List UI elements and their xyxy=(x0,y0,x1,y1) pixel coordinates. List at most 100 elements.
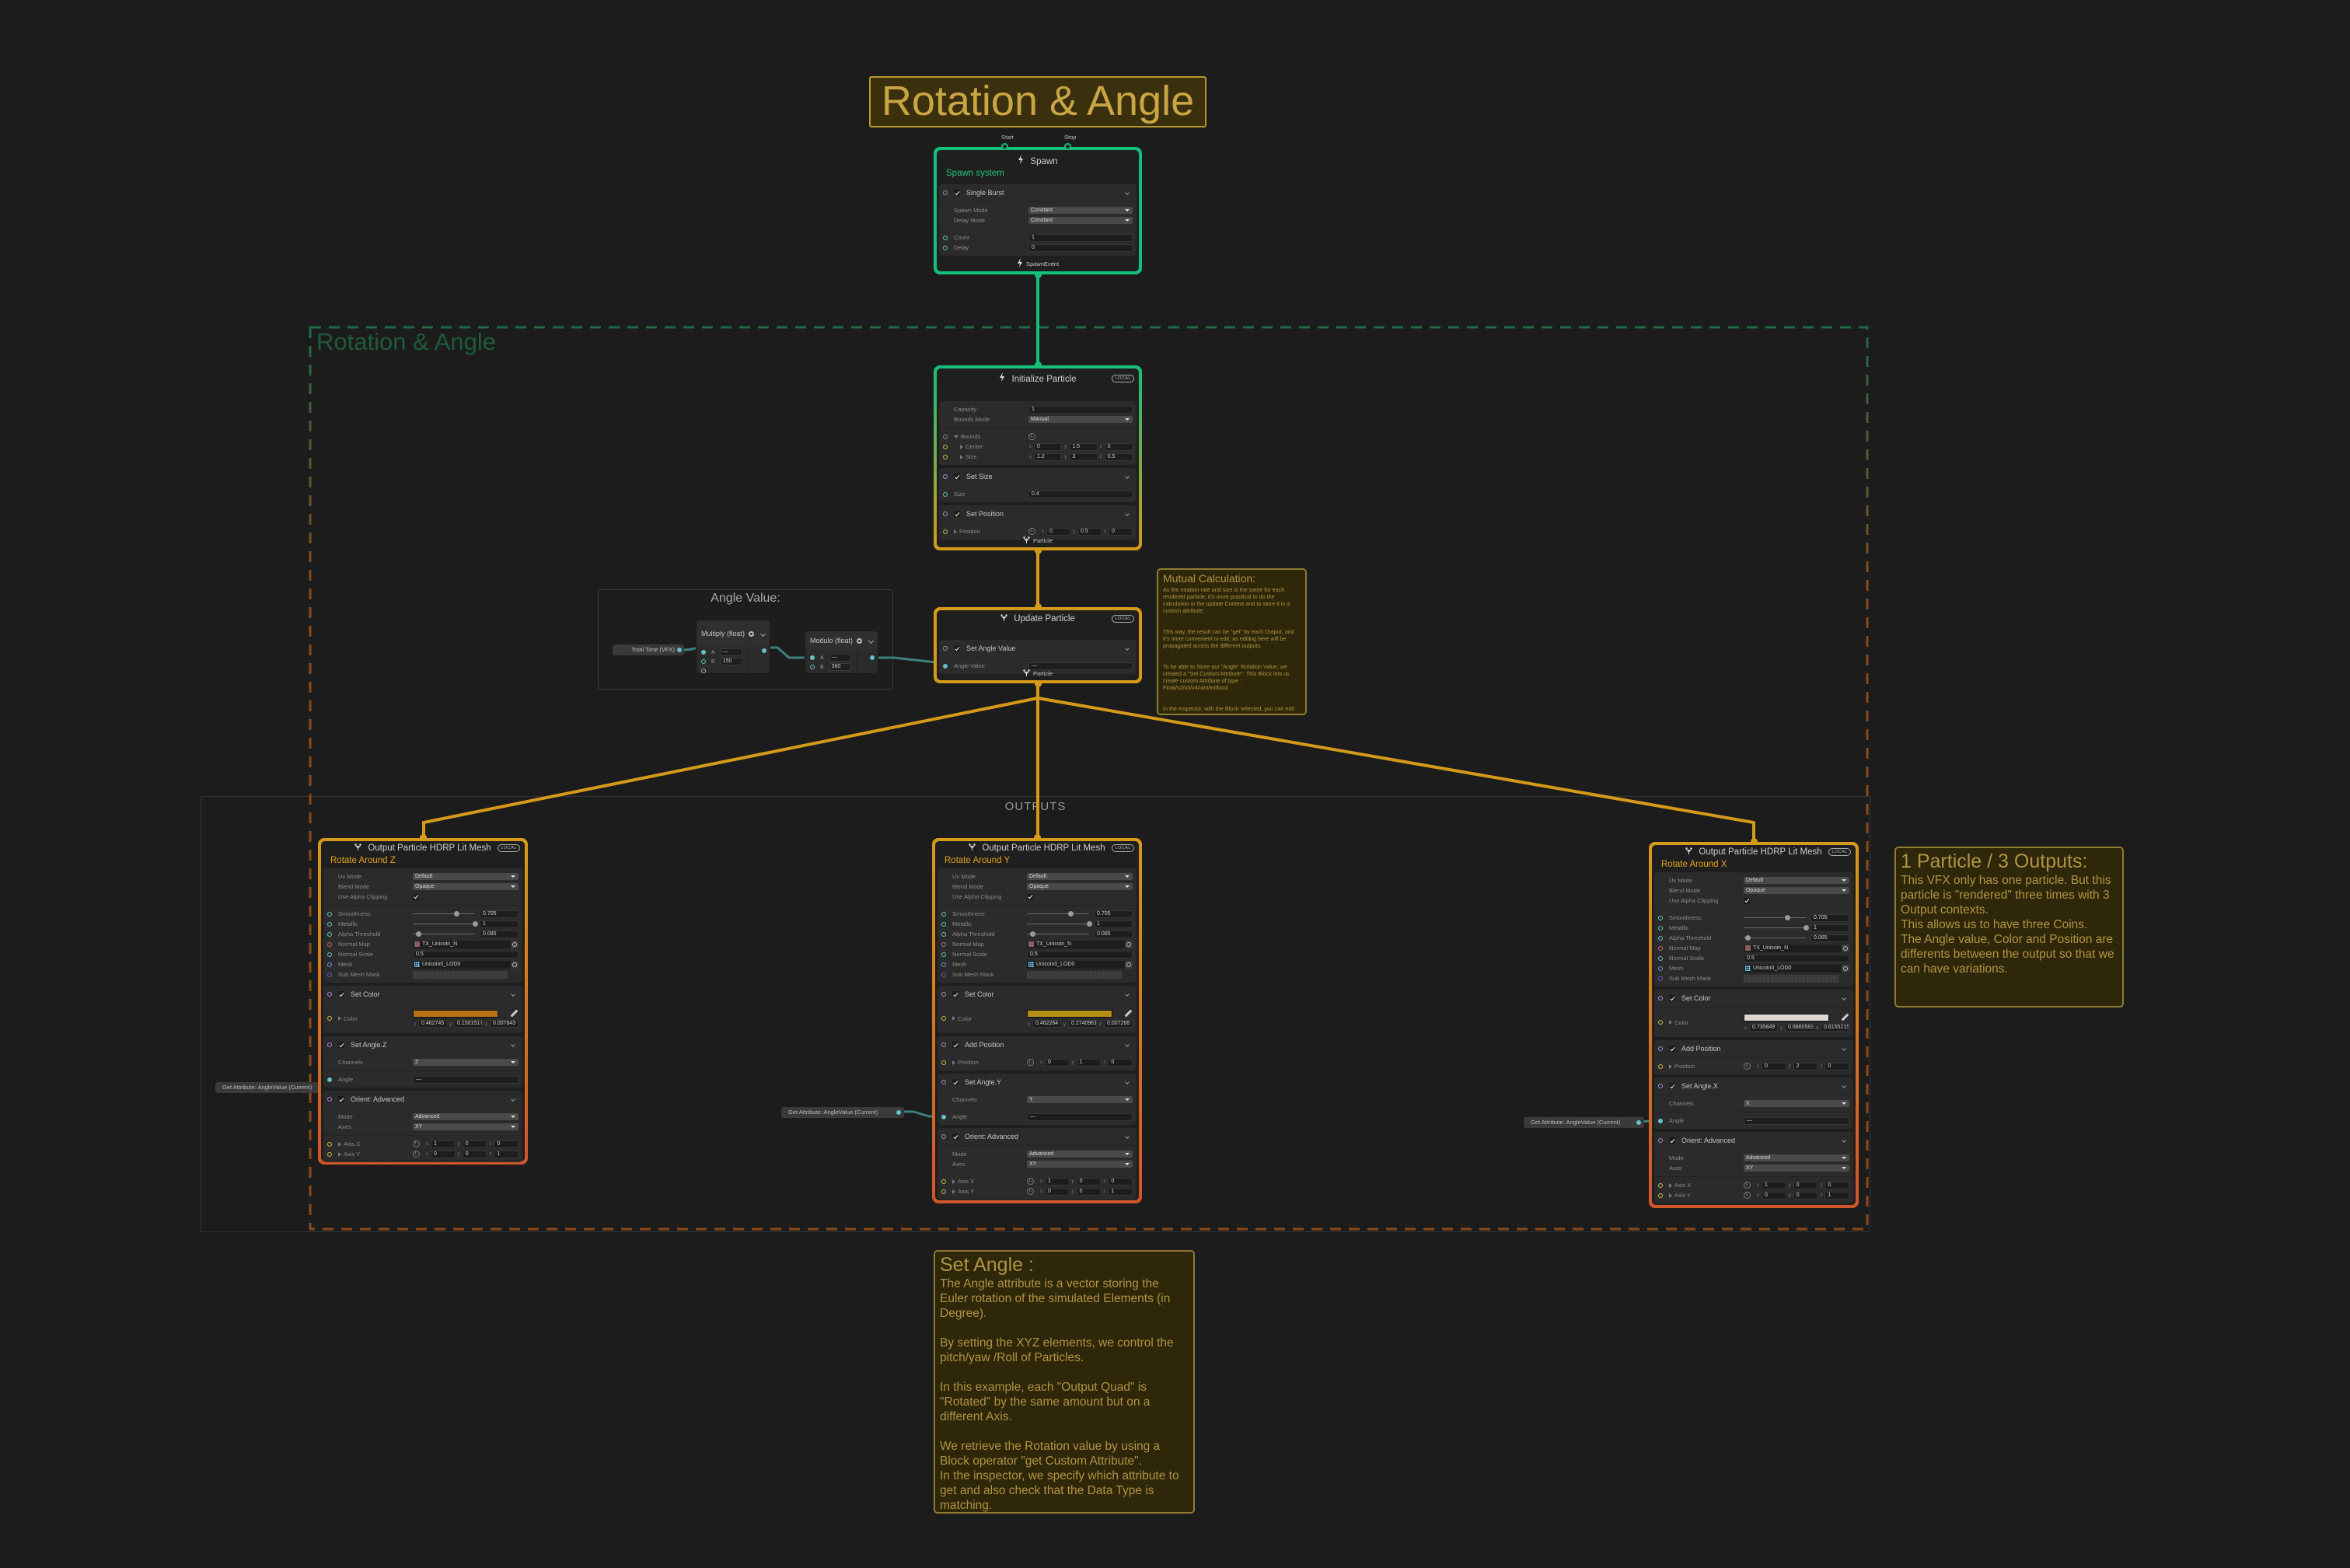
port-flow[interactable] xyxy=(941,1080,946,1084)
vector-y-field[interactable]: 0.6860583 xyxy=(1785,1024,1814,1032)
block-enabled-checkbox[interactable] xyxy=(1669,1046,1675,1052)
vector-x-field[interactable]: 0 xyxy=(431,1150,456,1158)
block-enabled-checkbox[interactable] xyxy=(952,991,959,997)
block-enabled-checkbox[interactable] xyxy=(1669,1083,1675,1089)
chevron-down-icon[interactable] xyxy=(1125,1042,1130,1047)
vector-z-field[interactable]: 0 xyxy=(1104,442,1133,451)
input-port-a[interactable] xyxy=(810,655,815,660)
local-badge[interactable]: LOCAL xyxy=(1112,844,1134,852)
caret-right-icon[interactable] xyxy=(1669,1063,1672,1069)
eyedropper-icon[interactable] xyxy=(1124,1009,1133,1018)
vector-y-field[interactable]: 0 xyxy=(1076,1187,1102,1196)
context-header[interactable]: Output Particle HDRP Lit Mesh xyxy=(935,842,1139,854)
block-header[interactable]: Set Position xyxy=(939,505,1137,523)
slider-value-field[interactable]: 0.085 xyxy=(480,930,519,938)
block-enabled-checkbox[interactable] xyxy=(338,1096,344,1102)
output-port[interactable] xyxy=(896,1110,901,1115)
local-space-icon[interactable] xyxy=(1027,1188,1034,1195)
vector-x-field[interactable]: 0 xyxy=(1762,1062,1786,1070)
chevron-down-icon[interactable] xyxy=(759,630,766,637)
vector-y-field[interactable]: 0.1501517 xyxy=(454,1020,483,1028)
caret-right-icon[interactable] xyxy=(1669,1193,1672,1198)
context-outy[interactable]: Output Particle HDRP Lit Mesh LOCAL Rotate… xyxy=(932,834,1142,1203)
color-swatch[interactable] xyxy=(413,1009,498,1018)
vector-y-field[interactable]: 0 xyxy=(462,1150,487,1158)
context-settings[interactable]: Uv Mode Default Blend Mode Opaque Use Alpha … xyxy=(323,868,522,983)
vector-x-field[interactable]: 1 xyxy=(431,1140,456,1148)
checkbox[interactable] xyxy=(413,893,419,900)
object-picker-icon[interactable] xyxy=(1125,960,1133,969)
block-header[interactable]: Set Angle.Z xyxy=(323,1036,522,1054)
chevron-down-icon[interactable] xyxy=(1842,1046,1846,1051)
input-a-field[interactable]: — xyxy=(829,654,851,662)
block-add-position[interactable]: Add PositionPositionx0y1z0 xyxy=(938,1036,1137,1070)
context-settings[interactable]: Capacity1Bounds ModeManualBoundsCenterx0… xyxy=(939,401,1137,465)
context-spawn[interactable]: Spawn Spawn system Single Burst Spawn Mode C… xyxy=(934,134,1142,278)
vector-z-field[interactable]: 1 xyxy=(1824,1191,1850,1200)
dropdown[interactable]: Default xyxy=(1744,877,1849,884)
dropdown[interactable]: Default xyxy=(413,873,519,880)
caret-right-icon[interactable] xyxy=(1669,1182,1672,1188)
vector-y-field[interactable]: 0 xyxy=(1076,1177,1102,1186)
block-orient-advanced[interactable]: Orient: Advanced Mode Advanced Axes XY Axis X… xyxy=(938,1128,1137,1200)
caret-right-icon[interactable] xyxy=(338,1141,341,1147)
dropdown[interactable]: Opaque xyxy=(1744,887,1849,894)
vector-z-field[interactable]: 0.007843 xyxy=(490,1020,519,1028)
context-header[interactable]: Output Particle HDRP Lit Mesh xyxy=(1652,846,1856,858)
eyedropper-icon[interactable] xyxy=(1841,1013,1849,1021)
object-field[interactable]: TX_Unicoin_N xyxy=(1744,944,1849,952)
input-field[interactable]: 0.5 xyxy=(1027,950,1133,959)
block-header[interactable]: Orient: Advanced xyxy=(938,1128,1137,1146)
context-outx[interactable]: Output Particle HDRP Lit Mesh LOCAL Rotate… xyxy=(1649,838,1859,1208)
local-space-icon[interactable] xyxy=(1744,1182,1751,1189)
output-port[interactable] xyxy=(870,655,875,660)
vector-x-field[interactable]: 0.735849 xyxy=(1749,1024,1778,1032)
block-header[interactable]: Single Burst xyxy=(939,184,1137,202)
flow-input-port[interactable] xyxy=(1034,603,1042,610)
local-badge[interactable]: LOCAL xyxy=(1112,375,1134,382)
block-enabled-checkbox[interactable] xyxy=(954,473,960,480)
port-flow[interactable] xyxy=(943,190,948,195)
dropdown[interactable]: Y xyxy=(1027,1096,1133,1103)
port-start[interactable] xyxy=(1001,143,1008,150)
context-settings[interactable]: Uv Mode Default Blend Mode Opaque Use Alpha … xyxy=(938,868,1137,983)
context-init[interactable]: Initialize Particle LOCAL Capacity 1 Bounds … xyxy=(934,361,1142,554)
local-space-icon[interactable] xyxy=(1027,1178,1034,1185)
output-port[interactable] xyxy=(1636,1120,1641,1125)
vector-z-field[interactable]: 0 xyxy=(1108,1177,1133,1186)
block-enabled-checkbox[interactable] xyxy=(954,645,960,651)
vector-x-field[interactable]: 0 xyxy=(1034,442,1063,451)
block-header[interactable]: Set Color xyxy=(1654,990,1853,1008)
dropdown[interactable]: XY xyxy=(1744,1165,1849,1172)
vector-y-field[interactable]: 2 xyxy=(1793,1062,1818,1070)
block-enabled-checkbox[interactable] xyxy=(952,1042,959,1048)
port-flow[interactable] xyxy=(327,1042,332,1047)
chevron-down-icon[interactable] xyxy=(511,1097,515,1102)
dropdown[interactable]: X xyxy=(1744,1100,1849,1107)
local-space-icon[interactable] xyxy=(413,1151,420,1158)
dropdown[interactable]: XY xyxy=(413,1123,519,1130)
slider-value-field[interactable]: 1 xyxy=(1811,924,1849,932)
local-badge[interactable]: LOCAL xyxy=(498,844,520,852)
sub-mesh-mask-field[interactable] xyxy=(1744,974,1838,983)
flow-output-port[interactable] xyxy=(1034,547,1042,554)
context-update[interactable]: Update Particle LOCAL Set Angle Value Angle… xyxy=(934,603,1142,687)
object-picker-icon[interactable] xyxy=(1125,940,1133,948)
flow-input-port[interactable] xyxy=(1750,838,1758,845)
input-b-field[interactable]: 150 xyxy=(720,658,742,665)
get-attribute-angle-x[interactable]: Get Attribute: AngleValue (Current) xyxy=(1524,1117,1644,1128)
flow-output-port[interactable] xyxy=(1034,680,1042,687)
vector-x-field[interactable]: 0 xyxy=(1045,1058,1070,1067)
vector-z-field[interactable]: 0 xyxy=(1824,1062,1850,1070)
chevron-down-icon[interactable] xyxy=(1125,992,1130,997)
chevron-down-icon[interactable] xyxy=(868,637,875,644)
vector-y-field[interactable]: 0.2740961 xyxy=(1068,1020,1097,1028)
block-header[interactable]: Orient: Advanced xyxy=(1654,1132,1853,1150)
block-enabled-checkbox[interactable] xyxy=(952,1079,959,1085)
caret-right-icon[interactable] xyxy=(954,529,957,534)
output-port[interactable] xyxy=(677,648,682,652)
port-flow[interactable] xyxy=(943,474,948,479)
dropdown[interactable]: Default xyxy=(1027,873,1133,880)
slider[interactable] xyxy=(413,910,475,917)
gear-icon[interactable] xyxy=(857,637,863,644)
